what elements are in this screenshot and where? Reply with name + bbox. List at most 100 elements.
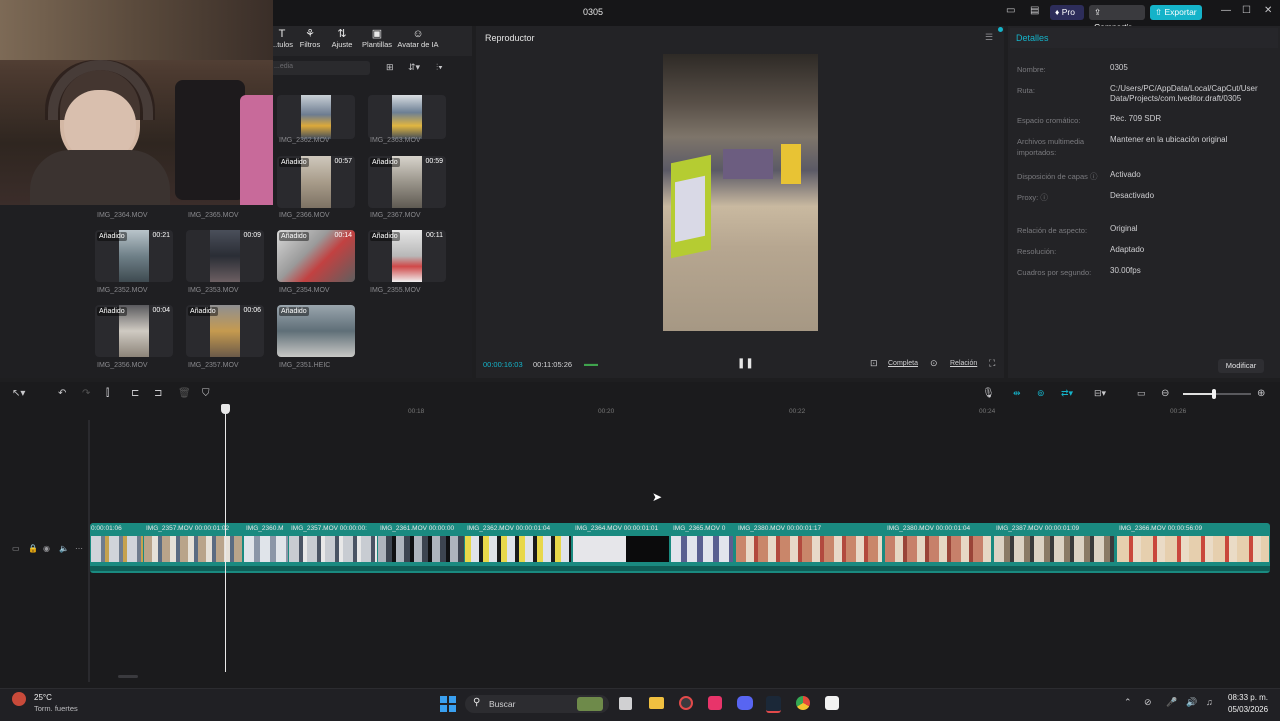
volume-icon[interactable]: 🔈 (59, 544, 69, 553)
redo-icon[interactable]: ↷ (82, 388, 90, 399)
maximize-icon[interactable]: ☐ (1242, 5, 1251, 16)
media-thumb[interactable]: Añadido 00:11 (368, 230, 446, 282)
microphone-icon[interactable]: 🎙 (982, 388, 995, 399)
media-thumb[interactable] (277, 95, 355, 139)
horizontal-scrollbar[interactable] (118, 675, 138, 678)
tool-templates[interactable]: ▣ Plantillas (355, 28, 399, 49)
modify-button[interactable]: Modificar (1218, 359, 1264, 373)
export-button[interactable]: ⇧ Exportar (1150, 5, 1202, 20)
timeline-clip[interactable] (885, 536, 991, 562)
obs-icon[interactable] (679, 696, 693, 710)
undo-icon[interactable]: ↶ (58, 388, 66, 399)
pro-button[interactable]: ♦ Pro (1050, 5, 1084, 20)
sort-icon[interactable]: ⇵▾ (408, 62, 420, 73)
minimize-icon[interactable]: — (1221, 5, 1231, 16)
timeline-clip[interactable] (671, 536, 733, 562)
media-thumb[interactable]: Añadido (277, 305, 355, 357)
discord-icon[interactable] (737, 696, 753, 710)
media-name: IMG_2353.MOV (188, 287, 239, 294)
menu-icon[interactable]: ☰ (985, 32, 993, 43)
split-icon[interactable]: ⫿ (106, 388, 109, 399)
media-thumb[interactable]: Añadido 00:06 (186, 305, 264, 357)
media-thumb[interactable]: Añadido 00:21 (95, 230, 173, 282)
capcut-icon[interactable] (825, 696, 839, 710)
playhead-handle[interactable] (221, 404, 230, 414)
clock-time: 08:33 p. m. (1228, 693, 1269, 702)
video-preview[interactable] (663, 54, 818, 331)
playhead[interactable] (225, 410, 226, 672)
eye-icon[interactable]: ◉ (43, 544, 50, 553)
timeline-clip[interactable] (244, 536, 288, 562)
timeline-clip[interactable] (378, 536, 464, 562)
link-icon[interactable]: ⇹ (1013, 388, 1021, 399)
filter-icon[interactable]: ⫶▾ (436, 62, 443, 73)
delete-icon[interactable]: 🗑 (178, 388, 191, 399)
zoom-slider-fill (1183, 393, 1214, 395)
microphone-tray-icon[interactable]: 🎤 (1166, 697, 1177, 708)
tool-ai-avatar[interactable]: ☺ Avatar de IA (396, 28, 440, 49)
task-view-icon[interactable] (619, 697, 632, 710)
zoom-in-icon[interactable]: ⊕ (1257, 388, 1265, 399)
timeline-clip[interactable] (1117, 536, 1269, 562)
media-thumb[interactable]: Añadido 00:57 (277, 156, 355, 208)
crop-icon[interactable]: ⊡ (870, 358, 878, 369)
speaker-icon[interactable]: 🔊 (1186, 697, 1197, 708)
zoom-fit-icon[interactable]: ⊙ (930, 358, 938, 369)
share-button[interactable]: ⇪ Compartir (1089, 5, 1145, 32)
network-icon[interactable]: ⊘ (1144, 697, 1152, 708)
chrome-icon[interactable] (796, 696, 810, 710)
timeline-clip[interactable] (289, 536, 377, 562)
trim-left-icon[interactable]: ⊏ (131, 388, 139, 399)
ratio-button[interactable]: Relación (950, 360, 977, 367)
weather-icon[interactable] (12, 692, 26, 706)
tool-label: Avatar de IA (397, 40, 439, 49)
duration-label: 00:57 (334, 158, 352, 165)
chevron-up-icon[interactable]: ⌃ (1124, 697, 1132, 708)
timeline-clip[interactable] (465, 536, 571, 562)
layout-icon[interactable]: ▭ (1006, 5, 1015, 16)
timeline-clip[interactable] (91, 536, 143, 562)
media-thumb[interactable]: 00:09 (186, 230, 264, 282)
search-icon: ⚲ (473, 697, 481, 708)
zoom-slider-handle[interactable] (1211, 389, 1216, 399)
media-thumb[interactable]: Añadido 00:59 (368, 156, 446, 208)
added-badge: Añadido (97, 232, 127, 241)
detail-value: Desactivado (1110, 191, 1155, 200)
media-thumb[interactable] (368, 95, 446, 139)
media-name: IMG_2363.MOV (370, 137, 421, 144)
grid-view-icon[interactable]: ⊞ (386, 62, 394, 73)
track-cover-icon[interactable]: ▭ (12, 544, 20, 553)
magnet-icon[interactable]: ⊚ (1037, 388, 1045, 399)
snap-icon[interactable]: ⇄▾ (1061, 388, 1073, 399)
taskbar-search[interactable]: ⚲ Buscar (465, 695, 609, 713)
timeline-clip[interactable] (573, 536, 669, 562)
timeline-clip[interactable] (994, 536, 1114, 562)
close-icon[interactable]: ✕ (1264, 5, 1272, 16)
tiktok-icon[interactable] (708, 696, 722, 710)
more-icon[interactable]: ⋯ (75, 544, 83, 553)
full-button[interactable]: Completa (888, 360, 918, 367)
steam-icon[interactable] (766, 696, 781, 713)
detail-label: Cuadros por segundo: (1017, 268, 1092, 277)
windows-start-icon[interactable] (440, 696, 456, 712)
detail-value: C:/Users/PC/AppData/Local/CapCut/User Da… (1110, 84, 1258, 103)
preview-axis-icon[interactable]: ⊟▾ (1094, 388, 1106, 399)
marker-icon[interactable]: ⛉ (202, 388, 210, 399)
caption-icon[interactable]: ▭ (1137, 388, 1146, 399)
lock-icon[interactable]: 🔒 (28, 544, 38, 553)
media-search[interactable]: ...edia (270, 61, 370, 75)
detail-value: Mantener en la ubicación original (1110, 135, 1228, 144)
share-icon: ⇪ (1094, 7, 1102, 17)
media-thumb[interactable]: Añadido 00:14 (277, 230, 355, 282)
trim-right-icon[interactable]: ⊐ (154, 388, 162, 399)
file-explorer-icon[interactable] (649, 697, 664, 709)
timeline-clip[interactable] (144, 536, 242, 562)
fullscreen-icon[interactable]: ⛶ (989, 358, 995, 369)
shortcuts-icon[interactable]: ▤ (1030, 5, 1039, 16)
zoom-out-icon[interactable]: ⊖ (1161, 388, 1169, 399)
select-tool-icon[interactable]: ↖▾ (12, 388, 25, 399)
audio-device-icon[interactable]: ♫ (1206, 697, 1213, 707)
pause-icon[interactable]: ❚❚ (737, 358, 754, 369)
media-thumb[interactable]: Añadido 00:04 (95, 305, 173, 357)
timeline-clip[interactable] (736, 536, 882, 562)
